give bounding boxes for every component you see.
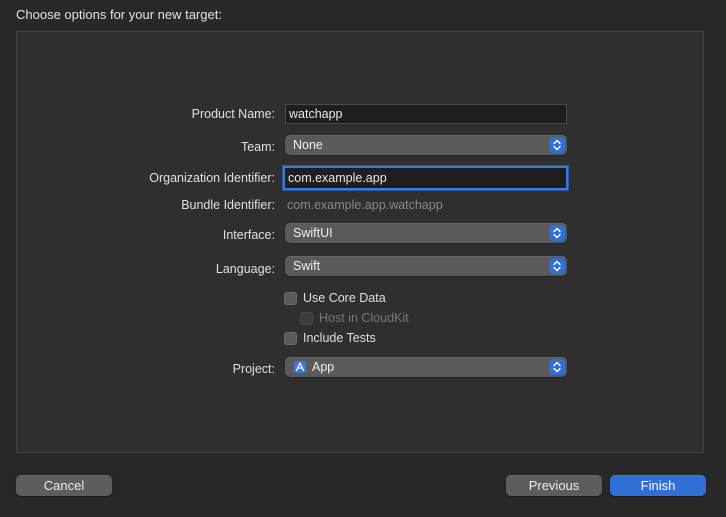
previous-button[interactable]: Previous (506, 475, 602, 496)
team-popup-value: None (293, 138, 323, 152)
chevron-updown-icon (549, 359, 565, 375)
include-tests-checkbox-row[interactable]: Include Tests (284, 331, 376, 345)
team-popup[interactable]: None (285, 135, 567, 155)
include-tests-label: Include Tests (303, 331, 376, 345)
product-name-field[interactable] (285, 104, 567, 124)
interface-popup-value: SwiftUI (293, 226, 333, 240)
interface-label: Interface: (222, 228, 275, 242)
interface-popup[interactable]: SwiftUI (285, 223, 567, 243)
host-in-cloudkit-checkbox (300, 311, 313, 325)
product-name-label: Product Name: (191, 107, 275, 121)
project-label: Project: (232, 362, 275, 376)
include-tests-checkbox[interactable] (284, 331, 297, 345)
window-title: Choose options for your new target: (16, 7, 222, 22)
bundle-identifier-label: Bundle Identifier: (181, 198, 275, 212)
project-popup-value: App (312, 360, 335, 374)
organization-identifier-field[interactable] (283, 166, 568, 190)
language-popup-value: Swift (293, 259, 321, 273)
cancel-button[interactable]: Cancel (16, 475, 112, 496)
chevron-updown-icon (549, 258, 565, 274)
project-popup[interactable]: App (285, 357, 567, 377)
host-in-cloudkit-checkbox-row: Host in CloudKit (300, 311, 409, 325)
xcode-project-icon (294, 361, 306, 373)
chevron-updown-icon (549, 137, 565, 153)
use-core-data-label: Use Core Data (303, 291, 386, 305)
bundle-identifier-value: com.example.app.watchapp (287, 198, 443, 212)
use-core-data-checkbox-row[interactable]: Use Core Data (284, 291, 386, 305)
organization-identifier-label: Organization Identifier: (149, 171, 275, 185)
chevron-updown-icon (549, 225, 565, 241)
team-label: Team: (240, 140, 275, 154)
use-core-data-checkbox[interactable] (284, 291, 297, 305)
language-label: Language: (215, 262, 275, 276)
host-in-cloudkit-label: Host in CloudKit (319, 311, 409, 325)
finish-button[interactable]: Finish (610, 475, 706, 496)
language-popup[interactable]: Swift (285, 256, 567, 276)
